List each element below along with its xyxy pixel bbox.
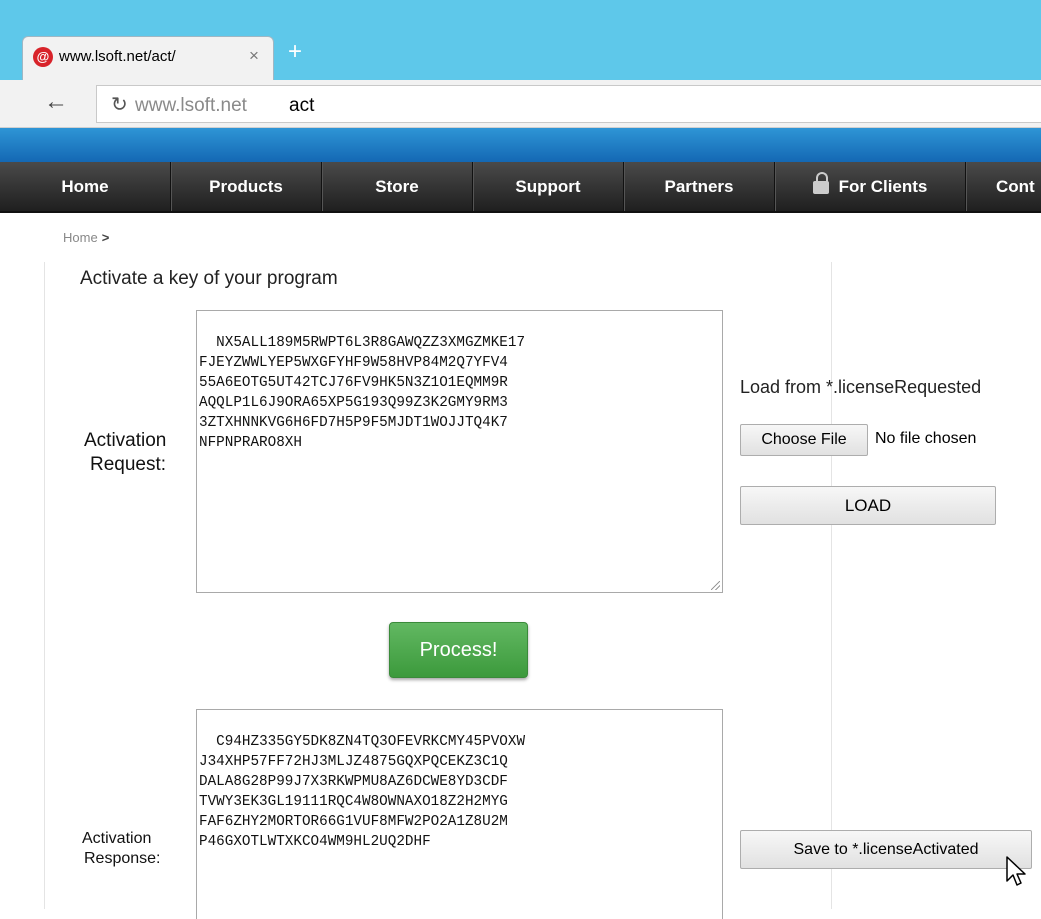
label-line: Activation <box>84 430 167 451</box>
site-favicon-icon: @ <box>33 47 53 67</box>
breadcrumb: Home > <box>63 230 109 245</box>
activation-request-textarea[interactable]: NX5ALL189M5RWPT6L3R8GAWQZZ3XMGZMKE17 FJE… <box>196 310 723 593</box>
process-button[interactable]: Process! <box>389 622 528 678</box>
browser-tab[interactable]: @ www.lsoft.net/act/ × <box>22 36 274 80</box>
site-banner <box>0 128 1041 162</box>
activation-request-label: Activation Request: <box>84 429 166 477</box>
activation-request-text: NX5ALL189M5RWPT6L3R8GAWQZZ3XMGZMKE17 FJE… <box>199 335 526 451</box>
save-button[interactable]: Save to *.licenseActivated <box>740 830 1032 869</box>
nav-item-label: Cont <box>996 177 1035 196</box>
choose-file-button[interactable]: Choose File <box>740 424 868 456</box>
new-tab-icon[interactable]: + <box>288 38 302 66</box>
nav-item-label: Support <box>515 177 581 196</box>
nav-item-partners[interactable]: Partners <box>624 162 775 211</box>
label-line: Activation <box>82 830 152 847</box>
main-nav: Home Products Store Support Partners For… <box>0 162 1041 213</box>
back-arrow-icon[interactable]: ← <box>44 88 68 116</box>
address-bar[interactable]: ↻ www.lsoft.net act <box>96 85 1041 123</box>
address-path: act <box>289 95 315 116</box>
nav-item-label: Home <box>61 177 109 196</box>
nav-item-label: Partners <box>664 177 734 196</box>
resize-handle-icon[interactable] <box>711 581 720 590</box>
nav-item-label: For Clients <box>838 177 928 196</box>
breadcrumb-home[interactable]: Home <box>63 230 98 245</box>
mouse-cursor-icon <box>1006 856 1026 886</box>
nav-item-store[interactable]: Store <box>322 162 473 211</box>
nav-item-support[interactable]: Support <box>473 162 624 211</box>
nav-item-home[interactable]: Home <box>0 162 171 211</box>
load-button[interactable]: LOAD <box>740 486 996 525</box>
nav-item-label: Store <box>375 177 419 196</box>
activation-response-textarea[interactable]: C94HZ335GY5DK8ZN4TQ3OFEVRKCMY45PVOXW J34… <box>196 709 723 919</box>
file-status: No file chosen <box>875 430 977 447</box>
page-title: Activate a key of your program <box>80 268 338 289</box>
nav-item-label: Products <box>209 177 283 196</box>
activation-response-text: C94HZ335GY5DK8ZN4TQ3OFEVRKCMY45PVOXW J34… <box>199 734 526 850</box>
label-line: Request: <box>90 453 167 475</box>
nav-item-for-clients[interactable]: For Clients <box>775 162 966 211</box>
label-line: Response: <box>84 850 161 867</box>
divider <box>44 262 45 909</box>
nav-item-products[interactable]: Products <box>171 162 322 211</box>
browser-toolbar: ← ↻ www.lsoft.net act <box>0 80 1041 128</box>
close-icon[interactable]: × <box>249 46 259 66</box>
divider <box>831 262 832 909</box>
address-host: www.lsoft.net <box>135 95 247 116</box>
activation-response-label: Activation Response: <box>82 829 161 869</box>
breadcrumb-separator: > <box>101 230 110 245</box>
tab-title: www.lsoft.net/act/ <box>59 48 176 65</box>
lock-icon <box>812 172 829 194</box>
reload-icon[interactable]: ↻ <box>111 92 128 117</box>
nav-item-contacts[interactable]: Cont <box>966 162 1041 211</box>
load-from-label: Load from *.licenseRequested <box>740 377 982 397</box>
